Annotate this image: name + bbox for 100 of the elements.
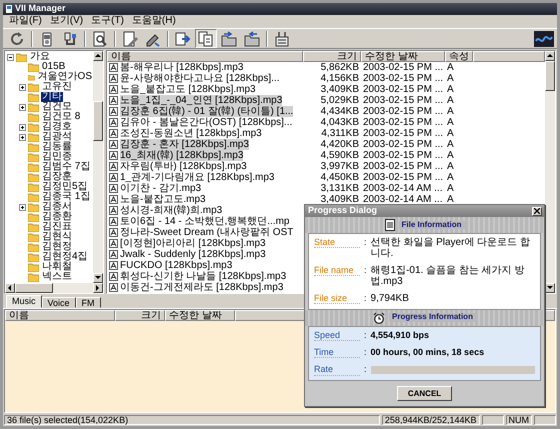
modified-date: 2003-02-15 PM ... — [362, 73, 444, 84]
file-name[interactable]: 노을-붙잡고도.mp3 — [120, 194, 206, 205]
file-size: 4,450KB — [320, 172, 360, 183]
separator: : — [364, 266, 367, 276]
file-name[interactable]: 16_최재(韓) [128Kbps].mp3 — [120, 150, 244, 161]
tree-item[interactable]: 김종서 — [41, 202, 73, 212]
file-attribute: A — [446, 95, 455, 106]
file-name[interactable]: FUCKDO [128Kbps].mp3 — [120, 260, 232, 271]
file-name[interactable]: 휘성다-신기한 나날들 [128Kbps].mp3 — [120, 271, 286, 282]
file-name[interactable]: 정나라-Sweet Dream (내사랑팥쥐 OST — [120, 227, 294, 238]
tree-item[interactable]: 나휘철 — [41, 262, 73, 272]
modified-date: 2003-02-15 PM ... — [362, 172, 444, 183]
file-attribute: A — [446, 117, 455, 128]
modified-date: 2003-02-15 PM ... — [362, 117, 444, 128]
modified-date: 2003-02-15 PM ... — [362, 84, 444, 95]
separator: : — [364, 330, 367, 340]
field-value: 00 hours, 00 mins, 18 secs — [370, 348, 484, 358]
file-size: 4,434KB — [320, 106, 360, 117]
tree-item[interactable]: 기타 — [41, 92, 63, 102]
menu-item[interactable]: 보기(V) — [48, 16, 86, 27]
file-name[interactable]: 조성진-동원소년 [128kbps].mp3 — [120, 128, 262, 139]
file-size: 5,029KB — [320, 95, 360, 106]
modified-date: 2003-02-15 PM ... — [362, 128, 444, 139]
modified-date: 2003-02-15 PM ... — [362, 106, 444, 117]
tab[interactable]: Music — [6, 295, 42, 308]
file-name[interactable]: 1_관계-기다림개요 [128Kbps].mp3 — [120, 172, 274, 183]
file-name[interactable]: 노을_붙잡고도 [128Kbps].mp3 — [120, 84, 256, 95]
file-attribute: A — [446, 161, 455, 172]
field-label: Time — [314, 348, 360, 358]
separator: : — [364, 238, 367, 248]
tab[interactable]: FM — [76, 297, 101, 308]
field-label: State — [314, 238, 360, 248]
field-label: Rate — [314, 365, 360, 376]
status-text: 258,944KB/252,144KB — [382, 415, 480, 425]
file-name[interactable]: 봄-해우리나 [128Kbps].mp3 — [120, 62, 244, 73]
field-label: Speed — [314, 330, 360, 341]
tree-item[interactable]: 김동률 — [41, 142, 73, 152]
modified-date: 2003-02-15 PM ... — [362, 139, 444, 150]
tree-item[interactable]: 김정민5집 — [41, 182, 89, 192]
file-name[interactable]: 김장훈 - 혼자 [128Kbps].mp3 — [120, 139, 249, 150]
tree-item[interactable]: 김현정 — [41, 242, 73, 252]
section-title: Progress Information — [389, 313, 476, 322]
file-size: 4,043KB — [320, 117, 360, 128]
tree-item[interactable]: 김건모 — [41, 102, 73, 112]
file-name[interactable]: 노을_1집_-_04_인연 [128Kbps].mp3 — [120, 95, 282, 106]
dialog-title: Progress Dialog — [308, 206, 378, 216]
file-size: 4,156KB — [320, 73, 360, 84]
menu-item[interactable]: 파일(F) — [7, 16, 44, 27]
field-label: File size — [314, 294, 360, 304]
tree-item[interactable]: 넥스트 — [41, 272, 73, 282]
tree-item[interactable]: 김장훈 — [41, 172, 73, 182]
file-name[interactable]: 김유아 - 봄날은간다(OST) [128Kbps]... — [120, 117, 292, 128]
file-attribute: A — [446, 194, 455, 205]
file-size: 5,862KB — [320, 62, 360, 73]
tree-item[interactable]: 김범수 7집 — [41, 162, 92, 172]
tree-item[interactable]: 김종국 1집 — [41, 192, 92, 202]
separator: : — [364, 348, 367, 358]
status-text: NUM — [506, 415, 532, 425]
tree-item[interactable]: 015B — [41, 62, 66, 72]
file-name[interactable]: 윤-사랑해야한다고나요 [128Kbps]... — [120, 73, 280, 84]
separator: : — [364, 294, 367, 304]
file-name[interactable]: 성시경-희재(韓)희.mp3 — [120, 205, 222, 216]
file-name[interactable]: 토이6집 - 14 - 소박했던,행복했던...mp — [120, 216, 290, 227]
tree-item[interactable]: 김종환 — [41, 212, 73, 222]
menu-item[interactable]: 도구(T) — [89, 16, 126, 27]
modified-date: 2003-02-15 PM ... — [362, 95, 444, 106]
tab[interactable]: Voice — [42, 297, 76, 308]
file-name[interactable]: 이기찬 - 감기.mp3 — [120, 183, 202, 194]
file-name[interactable]: Jwalk - Suddenly [128Kbps].mp3 — [120, 249, 266, 260]
modified-date: 2003-02-15 PM ... — [362, 62, 444, 73]
modified-date: 2003-02-15 PM ... — [362, 150, 444, 161]
field-value: 해령1집-01. 슬픔을 참는 세가지 방법.mp3 — [370, 266, 526, 287]
field-value: 선택한 화일을 Player에 다운로드 합니다. — [370, 238, 531, 259]
file-attribute: A — [446, 150, 455, 161]
tree-item[interactable]: 가요 — [29, 52, 51, 62]
menu-item[interactable]: 도움말(H) — [130, 16, 178, 27]
tree-item[interactable]: 김건모 8 — [41, 112, 82, 122]
file-size: 4,311KB — [320, 128, 360, 139]
tree-item[interactable]: 김현식 — [41, 232, 73, 242]
file-name[interactable]: [이정현]아리아리 [128Kbps].mp3 — [120, 238, 266, 249]
file-name[interactable]: 김장훈 6집(韓) - 01 잘(韓) (타이틀) [1... — [120, 106, 294, 117]
tree-item[interactable]: 김광석 — [41, 132, 73, 142]
tree-item[interactable]: 김민종 — [41, 152, 73, 162]
tree-item[interactable]: 김경호 — [41, 122, 73, 132]
tree-item[interactable]: 김현정4집 — [41, 252, 89, 262]
tree-item[interactable]: 고유진 — [41, 82, 73, 92]
file-attribute: A — [446, 62, 455, 73]
cancel-button[interactable]: CANCEL — [396, 386, 452, 401]
file-size: 4,420KB — [320, 139, 360, 150]
file-attribute: A — [446, 183, 455, 194]
tree-item[interactable]: 김진표 — [41, 222, 73, 232]
field-value: 9,794KB — [370, 294, 409, 304]
file-name[interactable]: 자우림(투바) [128Kbps].mp3 — [120, 161, 247, 172]
file-size: 3,131KB — [320, 183, 360, 194]
file-size: 3,409KB — [320, 84, 360, 95]
file-name[interactable]: 이동건-그게전제라도 [128Kbps].mp3 — [120, 282, 284, 293]
file-attribute: A — [446, 172, 455, 183]
tree-item[interactable]: 겨울연가OS — [36, 72, 93, 82]
file-attribute: A — [446, 128, 455, 139]
window-title: VII Manager — [15, 4, 66, 14]
